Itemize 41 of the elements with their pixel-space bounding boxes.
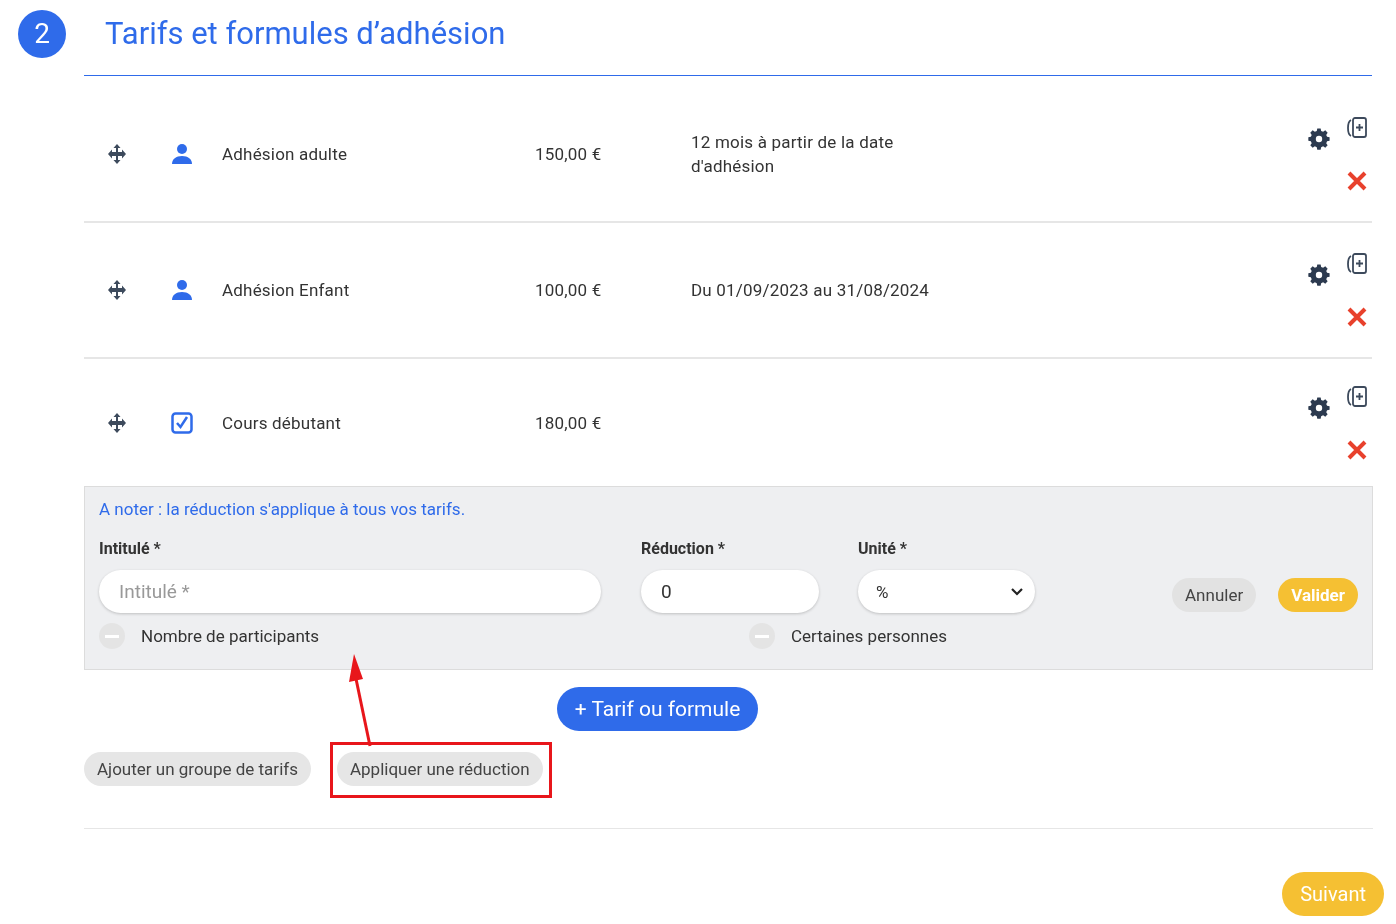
move-icon[interactable] — [106, 411, 128, 434]
tariff-price: 100,00 € — [535, 279, 603, 302]
settings-icon[interactable] — [1308, 264, 1330, 286]
chevron-down-icon — [1011, 587, 1023, 596]
tariff-price: 180,00 € — [535, 411, 603, 435]
title-input-field[interactable]: Intitulé * — [99, 570, 601, 613]
tariff-period: 12 mois à partir de la date d'adhésion — [691, 131, 895, 178]
settings-icon[interactable] — [1308, 396, 1330, 419]
field-label: Intitulé * — [99, 539, 162, 558]
section-title: Tarifs et formules d’adhésion — [105, 15, 506, 52]
reduction-note: A noter : la réduction s'applique à tous vos tarifs. — [99, 499, 467, 519]
tariff-name: Adhésion Enfant — [222, 279, 351, 302]
step-number: 2 — [18, 9, 66, 58]
move-icon[interactable] — [106, 143, 128, 165]
duplicate-icon[interactable] — [1345, 384, 1369, 409]
reduction-input-field[interactable]: 0 — [641, 570, 819, 613]
person-icon — [171, 279, 193, 301]
settings-icon[interactable] — [1308, 128, 1330, 150]
secondary-button[interactable]: Ajouter un groupe de tarifs — [84, 752, 311, 786]
field-label: Réduction * — [641, 539, 727, 558]
cancel-button[interactable]: Annuler — [1172, 578, 1257, 612]
toggle-switch[interactable] — [99, 623, 125, 649]
field-label: Unité * — [858, 539, 909, 558]
person-icon — [171, 143, 193, 165]
delete-icon[interactable] — [1346, 306, 1368, 328]
tariff-price: 150,00 € — [535, 143, 603, 166]
delete-icon[interactable] — [1346, 438, 1368, 461]
toggle-switch[interactable] — [749, 623, 775, 649]
checkbox-icon — [171, 411, 193, 434]
delete-icon[interactable] — [1346, 170, 1368, 192]
add-tariff-button[interactable]: + Tarif ou formule — [556, 687, 759, 731]
duplicate-icon[interactable] — [1345, 116, 1369, 140]
toggle-label: Nombre de participants — [141, 626, 320, 646]
duplicate-icon[interactable] — [1345, 252, 1369, 276]
unit-select[interactable]: % — [858, 570, 1035, 613]
toggle-label: Certaines personnes — [791, 626, 947, 646]
tariff-name: Cours débutant — [222, 411, 342, 435]
tariff-period: Du 01/09/2023 au 31/08/2024 — [691, 279, 931, 302]
tariff-name: Adhésion adulte — [222, 143, 349, 166]
secondary-button[interactable]: Appliquer une réduction — [336, 752, 543, 786]
move-icon[interactable] — [106, 279, 128, 301]
